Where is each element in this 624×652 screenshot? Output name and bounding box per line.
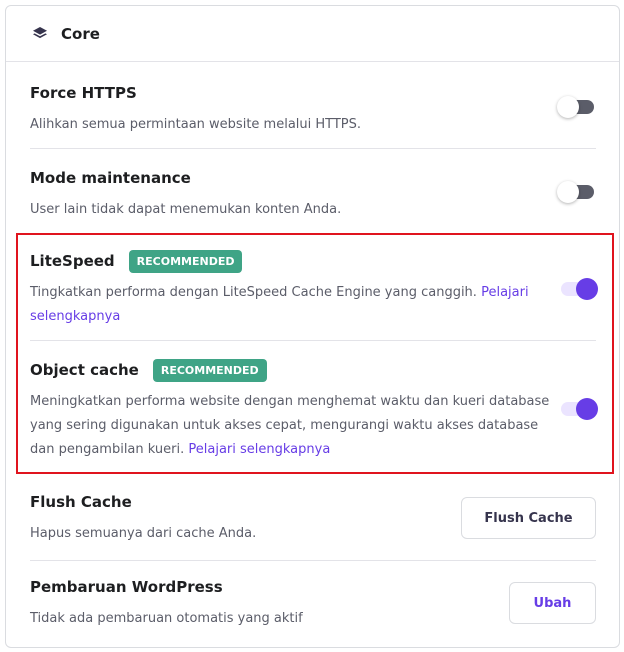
toggle-knob xyxy=(576,398,598,420)
setting-maintenance-mode: Mode maintenance User lain tidak dapat m… xyxy=(30,166,596,222)
setting-description-text: Tingkatkan performa dengan LiteSpeed Cac… xyxy=(30,285,477,300)
card-title: Core xyxy=(61,24,100,43)
setting-description: Alihkan semua permintaan website melalui… xyxy=(30,117,362,132)
change-button[interactable]: Ubah xyxy=(509,582,596,624)
flush-cache-button[interactable]: Flush Cache xyxy=(461,497,596,539)
maintenance-mode-toggle[interactable] xyxy=(557,180,597,204)
force-https-toggle[interactable] xyxy=(557,95,597,119)
divider xyxy=(30,233,596,234)
setting-object-cache: Object cache RECOMMENDED Meningkatkan pe… xyxy=(30,358,596,462)
setting-litespeed: LiteSpeed RECOMMENDED Tingkatkan perform… xyxy=(30,249,596,329)
layers-icon xyxy=(31,25,49,43)
object-cache-toggle[interactable] xyxy=(558,397,598,421)
toggle-knob xyxy=(576,278,598,300)
litespeed-toggle[interactable] xyxy=(558,277,598,301)
setting-title-row: Object cache RECOMMENDED xyxy=(30,358,596,382)
setting-force-https: Force HTTPS Alihkan semua permintaan web… xyxy=(30,81,596,137)
toggle-knob xyxy=(557,181,579,203)
setting-description: User lain tidak dapat menemukan konten A… xyxy=(30,202,342,217)
setting-title: Force HTTPS xyxy=(30,84,137,102)
setting-title: Mode maintenance xyxy=(30,169,191,187)
setting-title: Object cache xyxy=(30,361,139,379)
core-settings-card: Core Force HTTPS Alihkan semua permintaa… xyxy=(5,5,620,648)
recommended-badge: RECOMMENDED xyxy=(128,249,243,273)
setting-title: LiteSpeed xyxy=(30,252,115,270)
divider xyxy=(30,148,596,149)
divider xyxy=(30,560,596,561)
toggle-knob xyxy=(557,96,579,118)
setting-description: Tingkatkan performa dengan LiteSpeed Cac… xyxy=(30,281,530,329)
recommended-badge: RECOMMENDED xyxy=(152,358,267,382)
setting-description: Meningkatkan performa website dengan men… xyxy=(30,390,558,462)
learn-more-link[interactable]: Pelajari selengkapnya xyxy=(188,442,330,457)
divider xyxy=(30,340,596,341)
setting-title-row: LiteSpeed RECOMMENDED xyxy=(30,249,596,273)
card-header: Core xyxy=(6,6,619,62)
